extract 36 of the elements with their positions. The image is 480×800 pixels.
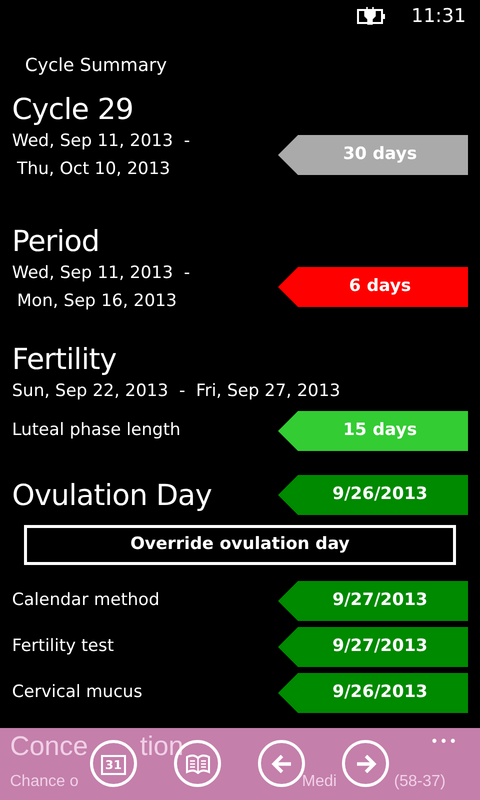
date-text: Mon, Sep 16, 2013 (16, 290, 178, 313)
battery-charging-icon (357, 7, 388, 25)
faded-heading: Conce (10, 730, 88, 762)
calendar-button[interactable]: 31 (90, 740, 137, 787)
section-heading: Cycle 29 (12, 91, 134, 127)
section-heading: Ovulation Day (12, 477, 212, 513)
value-tag: 9/26/2013 (278, 673, 468, 713)
more-menu[interactable]: ••• (430, 732, 458, 753)
section-heading: Fertility (12, 341, 118, 377)
forward-arrow-icon (354, 754, 376, 774)
value-tag: 9/27/2013 (278, 581, 468, 621)
clock-time: 11:31 (411, 4, 466, 29)
row-label: Calendar method (12, 589, 160, 612)
faded-value: Medi (302, 772, 337, 792)
date-text: Wed, Sep 11, 2013 - (12, 130, 190, 153)
value-tag: 15 days (278, 411, 468, 451)
back-button[interactable] (258, 740, 305, 787)
value-tag: 9/27/2013 (278, 627, 468, 667)
section-heading: Period (12, 223, 100, 259)
override-button[interactable]: Override ovulation day (24, 525, 456, 565)
back-arrow-icon (270, 754, 292, 774)
date-text: Sun, Sep 22, 2013 - Fri, Sep 27, 2013 (12, 380, 342, 403)
book-icon (186, 754, 210, 774)
faded-label: Chance o (10, 772, 78, 792)
row-label: Cervical mucus (12, 681, 142, 704)
row-label: Fertility test (12, 635, 114, 658)
value-tag: 9/26/2013 (278, 475, 468, 515)
date-text: Thu, Oct 10, 2013 (16, 158, 172, 181)
page-title: Cycle Summary (25, 54, 168, 78)
faded-value: (58-37) (394, 772, 446, 792)
row-label: Luteal phase length (12, 419, 181, 442)
value-tag: 6 days (278, 267, 468, 307)
date-text: Wed, Sep 11, 2013 - (12, 262, 190, 285)
value-tag: 30 days (278, 135, 468, 175)
faded-heading: tion (140, 730, 184, 762)
forward-button[interactable] (342, 740, 389, 787)
